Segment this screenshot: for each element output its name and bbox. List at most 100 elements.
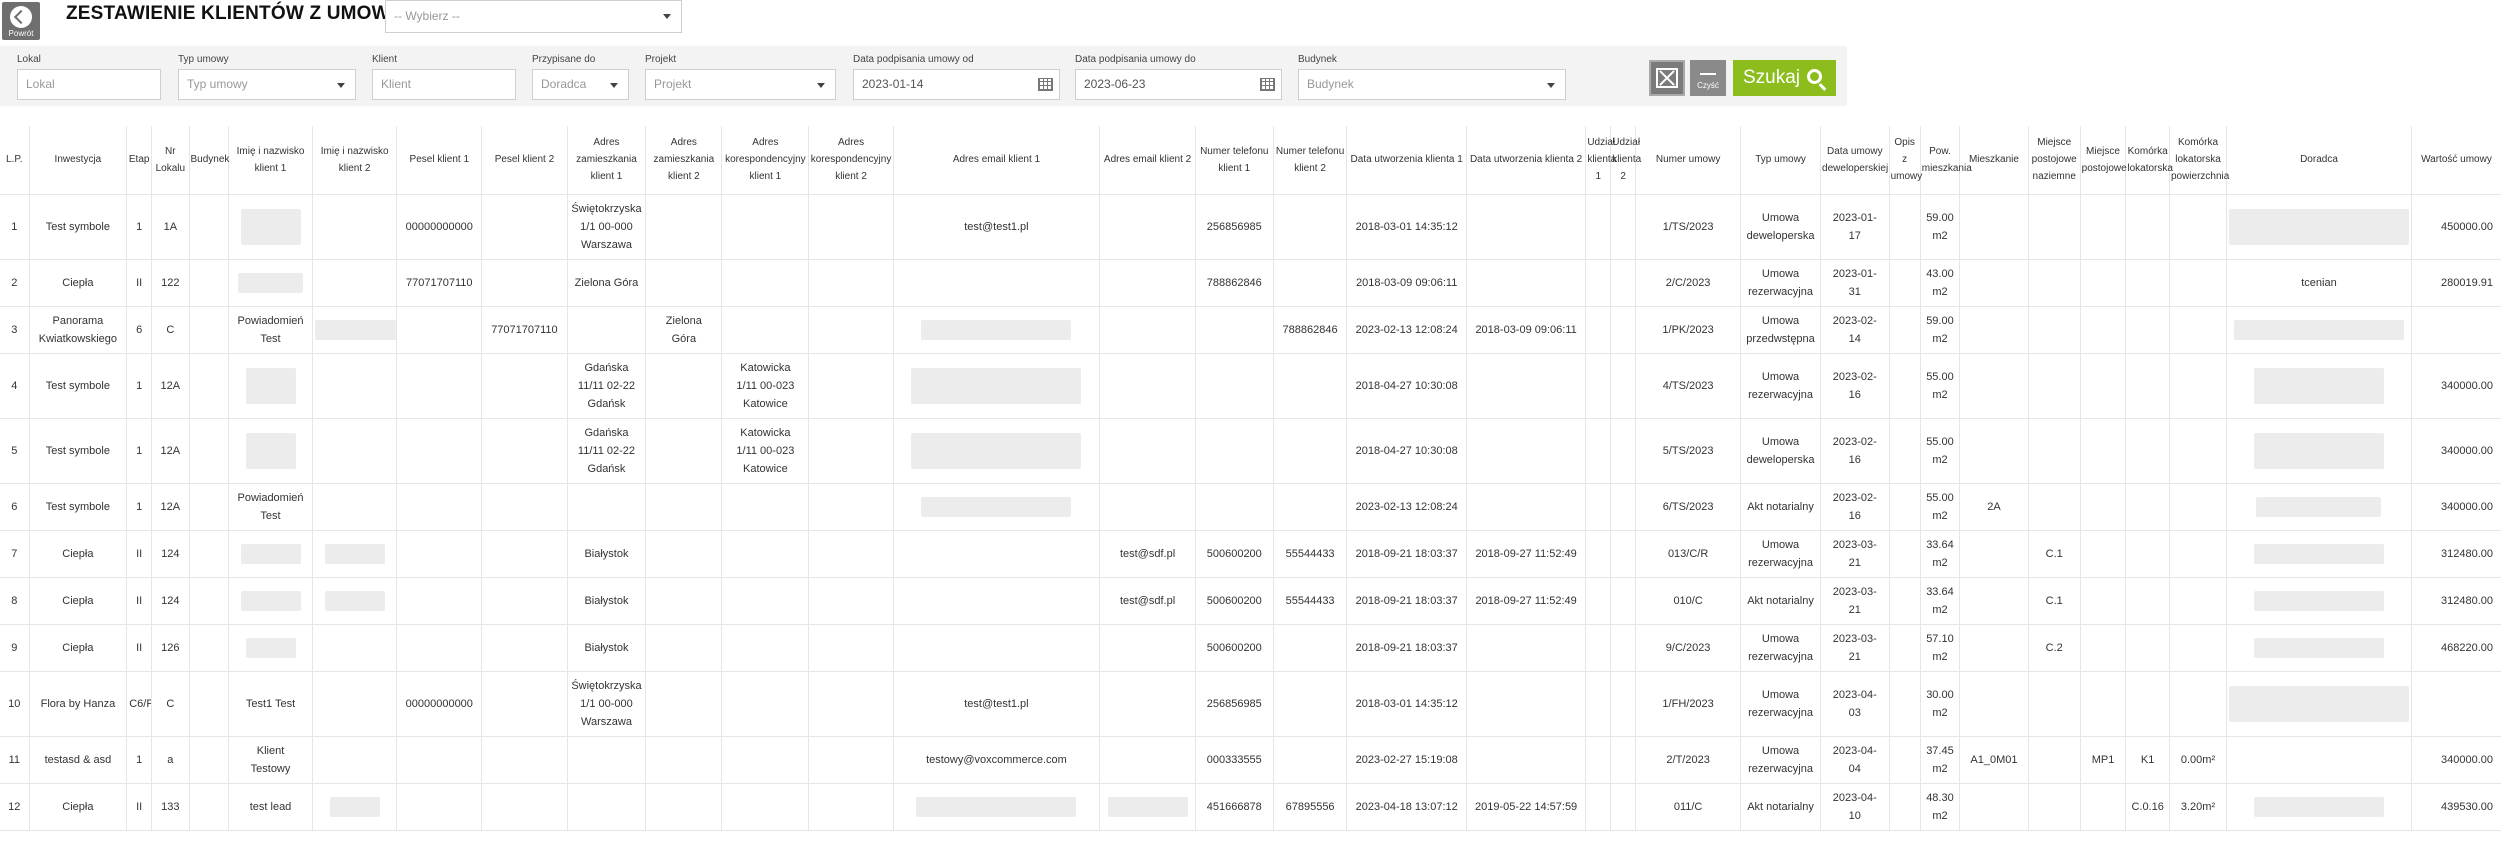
- column-header[interactable]: Komórka lokatorska: [2125, 126, 2173, 195]
- data-do-input[interactable]: 2023-06-23: [1075, 69, 1282, 100]
- cell-text: Katowicka 1/11 00-023 Katowice: [736, 361, 795, 410]
- table-cell: Umowa przedwstępna: [1740, 306, 1822, 354]
- column-header[interactable]: Numer umowy: [1635, 126, 1742, 195]
- column-header[interactable]: Miejsce postojowe naziemne: [2028, 126, 2081, 195]
- column-header[interactable]: Adres korespondencyjny klient 2: [808, 126, 894, 195]
- column-header[interactable]: Nr Lokalu: [151, 126, 190, 195]
- cell-text: Świętokrzyska 1/1 00-000 Warszawa: [571, 202, 642, 251]
- column-header[interactable]: Udział klienta 2: [1610, 126, 1641, 195]
- table-cell: [2028, 306, 2081, 354]
- table-row[interactable]: 8 Ciepła II 124 Białystok test@sdf.pl 50060020…: [0, 577, 2501, 625]
- table-cell: [808, 418, 894, 484]
- column-header[interactable]: Data utworzenia klienta 2: [1466, 126, 1587, 195]
- redacted-block: [2253, 367, 2384, 404]
- redacted-block: [240, 208, 301, 245]
- doradca-select[interactable]: Doradca: [532, 69, 629, 100]
- table-cell: [1466, 736, 1587, 784]
- table-cell: 500600200: [1195, 577, 1274, 625]
- clear-button[interactable]: Czyść: [1690, 60, 1726, 96]
- search-button[interactable]: Szukaj: [1733, 60, 1836, 96]
- back-button[interactable]: Powrót: [2, 2, 40, 40]
- table-row[interactable]: 6 Test symbole 1 12A Powiadomień Test 2023-02…: [0, 483, 2501, 531]
- column-header[interactable]: Doradca: [2226, 126, 2412, 195]
- column-header[interactable]: Inwestycja: [29, 126, 128, 195]
- calendar-icon[interactable]: [1260, 78, 1275, 91]
- table-row[interactable]: 1 Test symbole 1 1A 00000000000 Świętokrzyska…: [0, 194, 2501, 260]
- column-header[interactable]: Adres zamieszkania klient 2: [645, 126, 723, 195]
- column-header[interactable]: Data utworzenia klienta 1: [1346, 126, 1467, 195]
- data-od-input[interactable]: 2023-01-14: [853, 69, 1060, 100]
- lokal-input[interactable]: Lokal: [17, 69, 161, 100]
- column-header[interactable]: Pow. mieszkania: [1920, 126, 1972, 195]
- table-header-row: L.P. Inwestycja Etap Nr Lokalu Budynek Imię i…: [0, 126, 2501, 195]
- column-header[interactable]: Data umowy deweloperskiej: [1820, 126, 1890, 195]
- column-header[interactable]: L.P.: [0, 126, 30, 195]
- table-cell: [1610, 530, 1637, 578]
- cell-text: test@test1.pl: [964, 697, 1029, 710]
- table-row[interactable]: 12 Ciepła II 133 test lead 451666878 67895556 2…: [0, 783, 2501, 831]
- column-header[interactable]: Pesel klient 2: [481, 126, 568, 195]
- data-od-value: 2023-01-14: [862, 77, 924, 91]
- column-header[interactable]: Imię i nazwisko klient 1: [228, 126, 314, 195]
- column-header[interactable]: Mieszkanie: [1959, 126, 2029, 195]
- column-header[interactable]: Numer telefonu klient 2: [1273, 126, 1348, 195]
- table-cell: 1/TS/2023: [1635, 194, 1742, 260]
- filter-data-od: Data podpisania umowy od 2023-01-14: [853, 54, 1060, 100]
- cell-text: 124: [161, 547, 180, 560]
- column-header[interactable]: Pesel klient 1: [396, 126, 483, 195]
- reset-filters-button[interactable]: [1649, 60, 1685, 96]
- column-header[interactable]: Etap: [126, 126, 153, 195]
- klient-input[interactable]: Klient: [372, 69, 516, 100]
- cell-text: test@sdf.pl: [1119, 547, 1176, 560]
- filter-data-do: Data podpisania umowy do 2023-06-23: [1075, 54, 1282, 100]
- cell-text: 011/C: [1673, 800, 1703, 813]
- table-row[interactable]: 4 Test symbole 1 12A Gdańska 11/11 02-22 Gda…: [0, 353, 2501, 419]
- column-header[interactable]: Adres email klient 1: [893, 126, 1101, 195]
- column-header[interactable]: Komórka lokatorska powierzchnia: [2169, 126, 2229, 195]
- column-header[interactable]: Adres korespondencyjny klient 1: [721, 126, 810, 195]
- typ-umowy-select[interactable]: Typ umowy: [178, 69, 356, 100]
- table-cell: [808, 671, 894, 737]
- table-cell: [2125, 259, 2170, 307]
- chevron-down-icon: [337, 83, 345, 88]
- table-cell: [1889, 783, 1921, 831]
- table-row[interactable]: 9 Ciepła II 126 Białystok 500600200 2018-09-21…: [0, 624, 2501, 672]
- redacted-block: [329, 796, 380, 817]
- table-row[interactable]: 10 Flora by Hanza C6/P C Test1 Test 000000000…: [0, 671, 2501, 737]
- projekt-select[interactable]: Projekt: [645, 69, 836, 100]
- table-row[interactable]: 11 testasd & asd 1 a Klient Testowy testowy@v…: [0, 736, 2501, 784]
- cell-text: C.1: [2045, 594, 2063, 607]
- column-header[interactable]: Imię i nazwisko klient 2: [312, 126, 398, 195]
- column-header[interactable]: Wartość umowy: [2411, 126, 2501, 195]
- table-cell: testasd & asd: [29, 736, 128, 784]
- doradca-placeholder: Doradca: [541, 77, 587, 91]
- calendar-icon[interactable]: [1038, 78, 1053, 91]
- column-header[interactable]: Udział klienta 1: [1585, 126, 1616, 195]
- column-header[interactable]: Budynek: [189, 126, 229, 195]
- column-header[interactable]: Opis z umowy: [1889, 126, 1922, 195]
- column-header[interactable]: Adres email klient 2: [1099, 126, 1196, 195]
- table-row[interactable]: 5 Test symbole 1 12A Gdańska 11/11 02-22 Gda…: [0, 418, 2501, 484]
- table-cell: 1: [0, 194, 30, 260]
- cell-text: Gdańska 11/11 02-22 Gdańsk: [577, 361, 636, 410]
- report-select[interactable]: -- Wybierz --: [385, 0, 682, 33]
- table-row[interactable]: 7 Ciepła II 124 Białystok test@sdf.pl 50060020…: [0, 530, 2501, 578]
- table-cell: 2/T/2023: [1635, 736, 1742, 784]
- table-cell: [1889, 736, 1921, 784]
- column-header[interactable]: Miejsce postojowe: [2080, 126, 2127, 195]
- budynek-select[interactable]: Budynek: [1298, 69, 1566, 100]
- table-cell: 2018-09-21 18:03:37: [1346, 624, 1467, 672]
- table-row[interactable]: 2 Ciepła II 122 77071707110 Zielona Góra 78886…: [0, 259, 2501, 307]
- cell-text: 12A: [160, 500, 181, 513]
- klient-placeholder: Klient: [381, 77, 412, 91]
- table-cell: [1889, 530, 1921, 578]
- table-cell: Ciepła: [29, 624, 128, 672]
- cell-text: 280019.91: [2441, 276, 2493, 289]
- table-cell: Umowa rezerwacyjna: [1740, 736, 1822, 784]
- table-row[interactable]: 3 Panorama Kwiatkowskiego 6 C Powiadomień Te…: [0, 306, 2501, 354]
- column-header[interactable]: Adres zamieszkania klient 1: [567, 126, 647, 195]
- cell-text: Flora by Hanza: [40, 697, 116, 710]
- table-cell: [312, 736, 398, 784]
- column-header[interactable]: Numer telefonu klient 1: [1195, 126, 1274, 195]
- column-header[interactable]: Typ umowy: [1740, 126, 1822, 195]
